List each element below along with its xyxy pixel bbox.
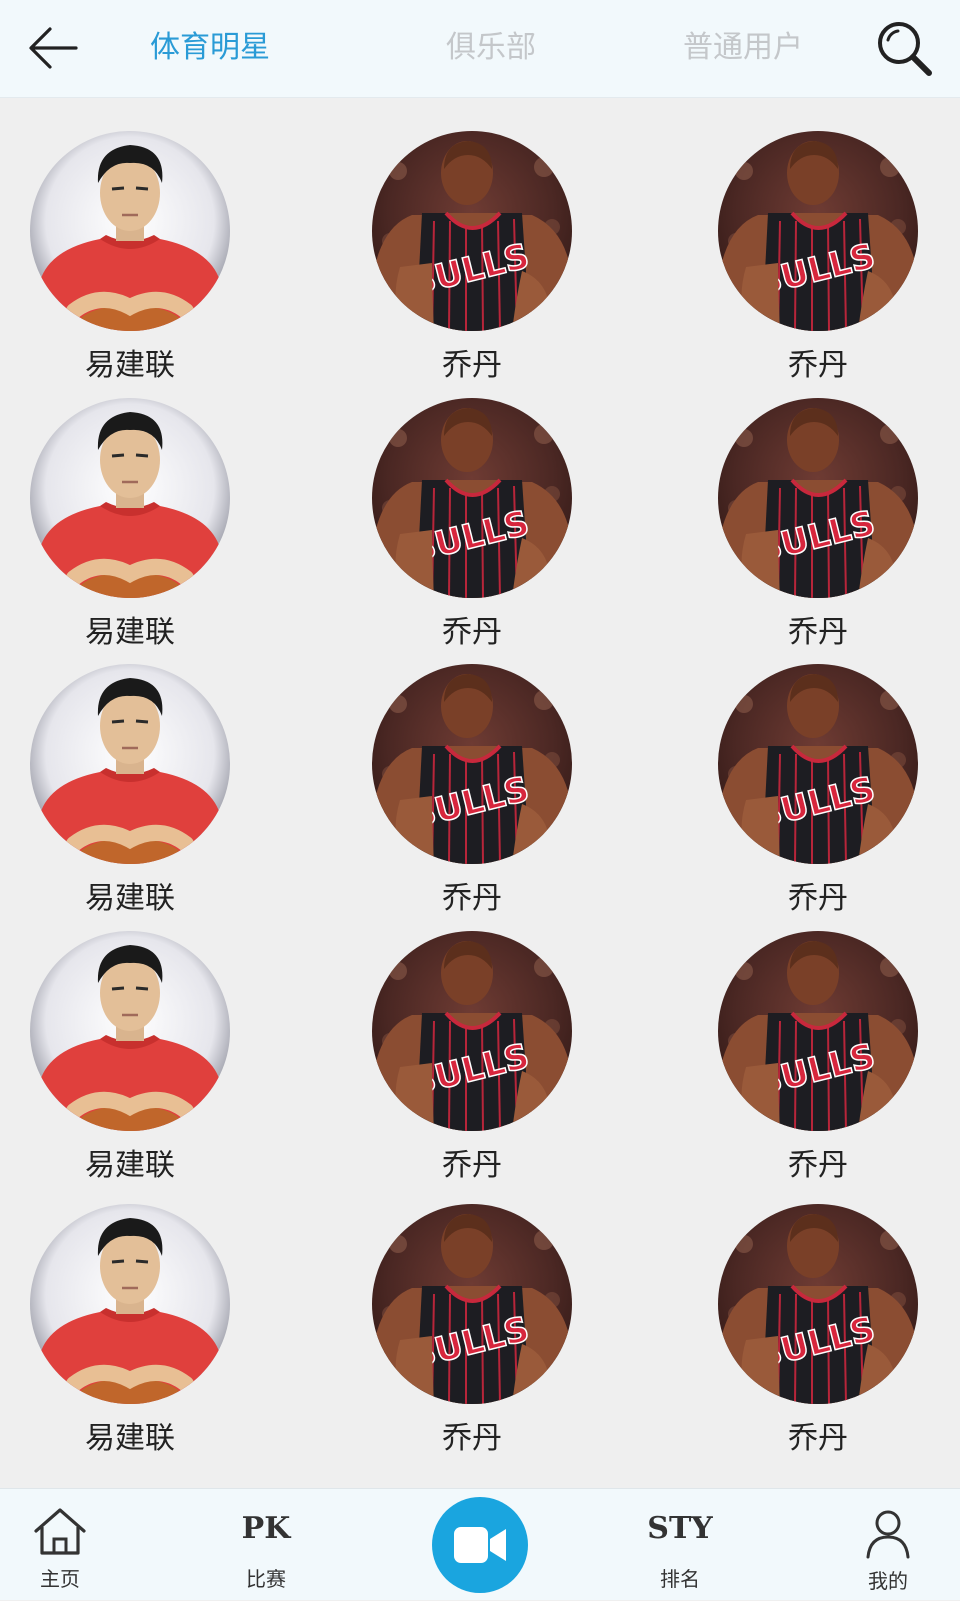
star-grid: 易建联 BULLS 乔丹 BULLS 乔丹 易建联 BULLS 乔丹 BULLS… — [0, 98, 960, 1488]
search-icon — [878, 22, 932, 76]
back-button[interactable] — [24, 18, 84, 78]
tabbar-home[interactable]: 主页 — [0, 1489, 120, 1601]
tabbar-match-label: 比赛 — [246, 1567, 286, 1591]
star-card[interactable]: BULLS 乔丹 — [688, 365, 948, 650]
avatar: BULLS — [372, 931, 572, 1131]
star-card[interactable]: 易建联 — [0, 898, 260, 1183]
user-icon — [866, 1510, 910, 1559]
arrow-left-icon — [29, 27, 78, 69]
avatar-photo-yi-jianlian — [30, 398, 230, 598]
tabbar-rank[interactable]: STY 排名 — [620, 1489, 740, 1601]
star-card[interactable]: BULLS 乔丹 — [688, 898, 948, 1183]
tab-clubs[interactable]: 俱乐部 — [446, 28, 536, 68]
tabbar-rank-label: 排名 — [660, 1567, 700, 1591]
avatar-photo-jordan: BULLS — [718, 131, 918, 331]
avatar: BULLS — [718, 131, 918, 331]
avatar-photo-jordan: BULLS — [372, 131, 572, 331]
search-button[interactable] — [874, 18, 936, 80]
star-name: 易建联 — [85, 1421, 175, 1456]
tab-sports-stars[interactable]: 体育明星 — [150, 28, 270, 68]
avatar: BULLS — [718, 398, 918, 598]
star-card[interactable]: 易建联 — [0, 98, 260, 383]
tabbar-mine[interactable]: 我的 — [828, 1489, 948, 1601]
star-name: 乔丹 — [442, 1421, 502, 1456]
star-card[interactable]: BULLS 乔丹 — [688, 98, 948, 383]
video-camera-icon — [454, 1527, 506, 1563]
star-card[interactable]: BULLS 乔丹 — [342, 365, 602, 650]
avatar: BULLS — [718, 1204, 918, 1404]
avatar-photo-jordan: BULLS — [372, 664, 572, 864]
tabbar-match[interactable]: PK 比赛 — [206, 1489, 326, 1601]
star-card[interactable]: BULLS 乔丹 — [342, 98, 602, 383]
star-card[interactable]: 易建联 — [0, 365, 260, 650]
avatar-photo-jordan: BULLS — [372, 398, 572, 598]
sty-mark: STY — [647, 1511, 713, 1546]
avatar-photo-yi-jianlian — [30, 664, 230, 864]
avatar-photo-yi-jianlian — [30, 131, 230, 331]
avatar: BULLS — [372, 131, 572, 331]
avatar-photo-yi-jianlian — [30, 1204, 230, 1404]
home-icon — [34, 1508, 86, 1555]
avatar-photo-jordan: BULLS — [718, 664, 918, 864]
tab-regular-users[interactable]: 普通用户 — [683, 28, 803, 68]
star-card[interactable]: BULLS 乔丹 — [688, 1171, 948, 1456]
avatar — [30, 398, 230, 598]
star-name: 乔丹 — [788, 1421, 848, 1456]
star-card[interactable]: BULLS 乔丹 — [342, 1171, 602, 1456]
star-card[interactable]: BULLS 乔丹 — [342, 631, 602, 916]
avatar: BULLS — [372, 664, 572, 864]
avatar-photo-jordan: BULLS — [718, 931, 918, 1131]
star-card[interactable]: BULLS 乔丹 — [688, 631, 948, 916]
record-video-button[interactable] — [432, 1497, 528, 1593]
avatar-photo-jordan: BULLS — [718, 1204, 918, 1404]
avatar: BULLS — [372, 398, 572, 598]
avatar: BULLS — [718, 931, 918, 1131]
avatar-photo-yi-jianlian — [30, 931, 230, 1131]
avatar — [30, 1204, 230, 1404]
avatar-photo-jordan: BULLS — [718, 398, 918, 598]
avatar: BULLS — [718, 664, 918, 864]
tabbar-mine-label: 我的 — [868, 1569, 908, 1593]
avatar — [30, 931, 230, 1131]
avatar — [30, 131, 230, 331]
pk-mark: PK — [241, 1511, 291, 1546]
avatar-photo-jordan: BULLS — [372, 1204, 572, 1404]
avatar: BULLS — [372, 1204, 572, 1404]
tabbar-home-label: 主页 — [40, 1567, 80, 1591]
star-card[interactable]: 易建联 — [0, 1171, 260, 1456]
avatar-photo-jordan: BULLS — [372, 931, 572, 1131]
star-card[interactable]: 易建联 — [0, 631, 260, 916]
top-nav-bar: 体育明星 俱乐部 普通用户 — [0, 0, 960, 98]
avatar — [30, 664, 230, 864]
star-card[interactable]: BULLS 乔丹 — [342, 898, 602, 1183]
